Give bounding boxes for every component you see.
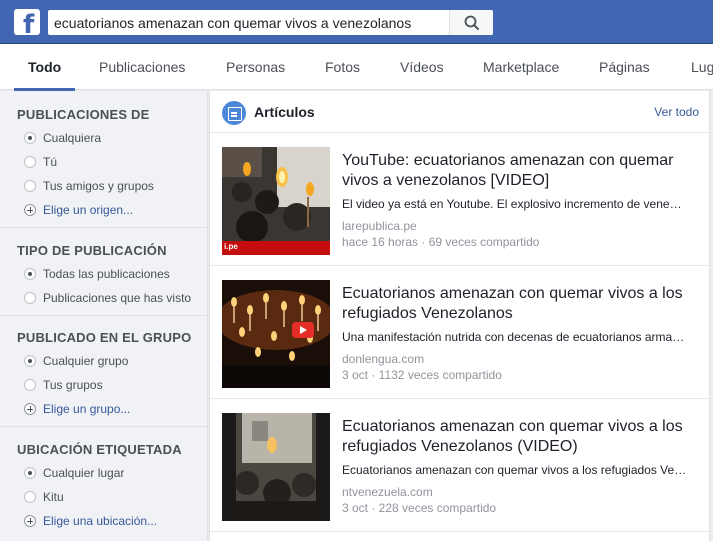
article-thumbnail[interactable] <box>222 280 330 388</box>
divider <box>0 315 208 316</box>
search-tabs: Todo Publicaciones Personas Fotos Vídeos… <box>0 44 713 91</box>
plus-icon <box>24 403 36 415</box>
article-result[interactable]: i.pe YouTube: ecuatorianos amenazan con … <box>210 133 711 266</box>
filter-title-publicaciones-de: PUBLICACIONES DE <box>17 107 150 122</box>
thumbnail-banner: i.pe <box>222 241 330 255</box>
filter-title-publicado-grupo: PUBLICADO EN EL GRUPO <box>17 330 192 345</box>
filter-title-tipo-publicacion: TIPO DE PUBLICACIÓN <box>17 243 167 258</box>
article-meta: hace 16 horas · 69 veces compartido <box>342 235 540 249</box>
article-meta: 3 oct · 228 veces compartido <box>342 501 497 515</box>
radio[interactable] <box>24 379 36 391</box>
tab-publicaciones[interactable]: Publicaciones <box>99 44 185 90</box>
articles-panel: Artículos Ver todo i.pe YouTube: ecuator… <box>209 91 711 541</box>
radio-selected[interactable] <box>24 268 36 280</box>
article-title[interactable]: YouTube: ecuatorianos amenazan con quema… <box>342 151 702 191</box>
search-input[interactable] <box>48 10 448 35</box>
top-bar: f <box>0 0 713 44</box>
article-thumbnail[interactable] <box>222 413 330 521</box>
facebook-logo-icon[interactable]: f <box>14 9 40 35</box>
article-title[interactable]: Ecuatorianos amenazan con quemar vivos a… <box>342 417 702 457</box>
radio[interactable] <box>24 180 36 192</box>
search-icon <box>464 15 480 31</box>
article-source: donlengua.com <box>342 352 425 366</box>
article-description: Ecuatorianos amenazan con quemar vivos a… <box>342 463 687 477</box>
article-icon <box>222 101 246 125</box>
article-source: ntvenezuela.com <box>342 485 433 499</box>
tab-fotos[interactable]: Fotos <box>325 44 360 90</box>
article-description: El video ya está en Youtube. El explosiv… <box>342 197 687 211</box>
articles-header: Artículos Ver todo <box>210 91 711 133</box>
article-meta: 3 oct · 1132 veces compartido <box>342 368 502 382</box>
search-box <box>48 10 493 35</box>
plus-icon <box>24 515 36 527</box>
see-all-link[interactable]: Ver todo <box>654 105 699 119</box>
tab-paginas[interactable]: Páginas <box>599 44 650 90</box>
tab-personas[interactable]: Personas <box>226 44 285 90</box>
article-title[interactable]: Ecuatorianos amenazan con quemar vivos a… <box>342 284 702 324</box>
tab-marketplace[interactable]: Marketplace <box>483 44 559 90</box>
radio-selected[interactable] <box>24 355 36 367</box>
radio[interactable] <box>24 292 36 304</box>
filter-title-ubicacion: UBICACIÓN ETIQUETADA <box>17 442 182 457</box>
plus-icon <box>24 204 36 216</box>
articles-title: Artículos <box>254 104 315 120</box>
radio-selected[interactable] <box>24 467 36 479</box>
divider <box>0 426 208 427</box>
filter-sidebar: PUBLICACIONES DE Cualquiera Tú Tus amigo… <box>0 91 208 541</box>
tab-todo[interactable]: Todo <box>13 44 76 91</box>
article-description: Una manifestación nutrida con decenas de… <box>342 330 687 344</box>
article-thumbnail[interactable]: i.pe <box>222 147 330 255</box>
article-source: larepublica.pe <box>342 219 417 233</box>
search-button[interactable] <box>449 10 493 35</box>
divider <box>0 227 208 228</box>
radio-selected[interactable] <box>24 132 36 144</box>
play-video-icon[interactable] <box>292 322 314 338</box>
article-result[interactable]: Ecuatorianos amenazan con quemar vivos a… <box>210 399 711 532</box>
radio[interactable] <box>24 491 36 503</box>
tab-videos[interactable]: Vídeos <box>400 44 444 90</box>
article-result[interactable]: Ecuatorianos amenazan con quemar vivos a… <box>210 266 711 399</box>
tab-lugares[interactable]: Lug <box>691 44 713 90</box>
radio[interactable] <box>24 156 36 168</box>
